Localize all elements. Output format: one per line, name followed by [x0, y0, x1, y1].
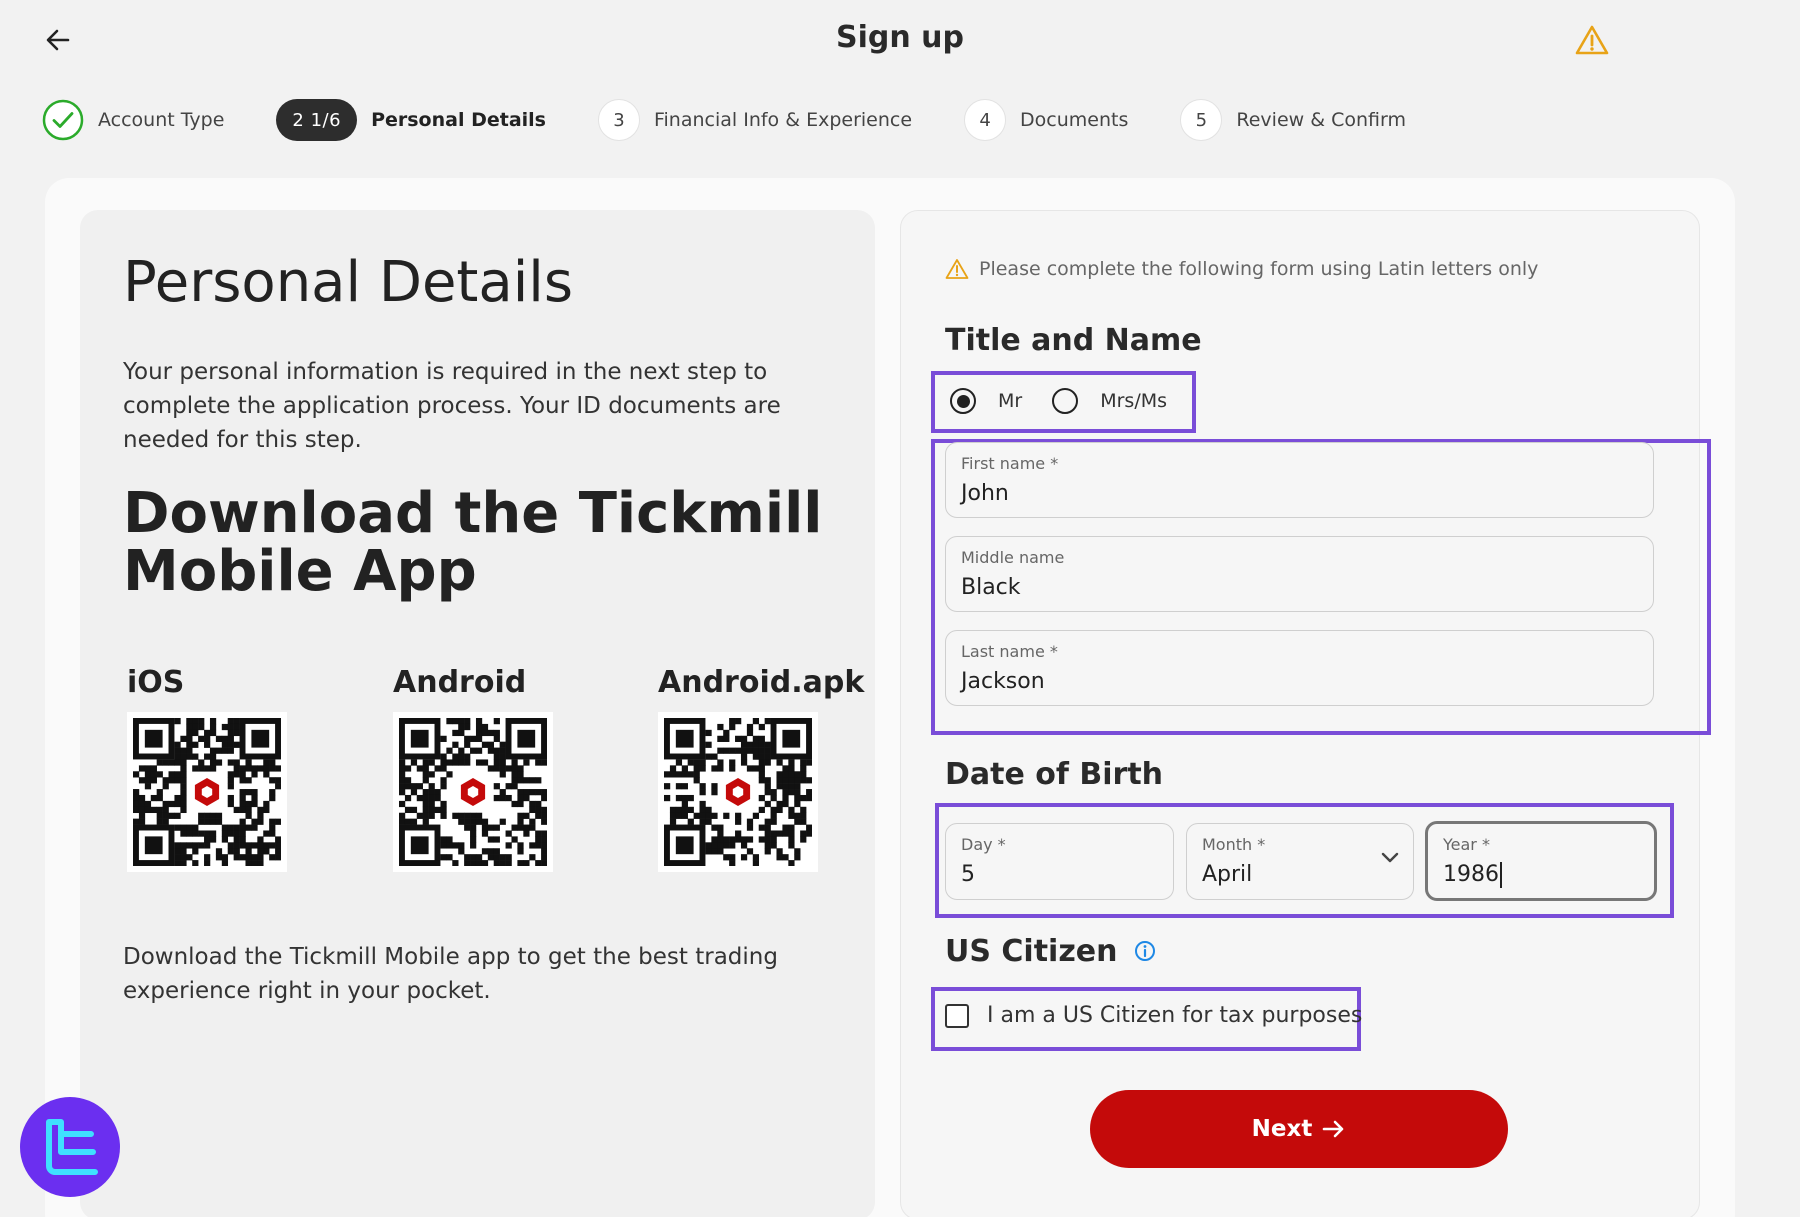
step-account-type[interactable]: Account Type [42, 99, 224, 141]
qr-code-image[interactable] [393, 712, 553, 872]
download-heading: Download the Tickmill Mobile App [123, 481, 823, 604]
field-value: April [1202, 862, 1253, 887]
progress-stepper: Account Type 2 1/6 Personal Details 3 Fi… [42, 96, 1458, 144]
step-financial-info[interactable]: 3 Financial Info & Experience [597, 99, 913, 141]
step-number-badge: 2 1/6 [276, 99, 358, 141]
title-radio-group: Mr Mrs/Ms [950, 388, 1197, 414]
step-review-confirm[interactable]: 5 Review & Confirm [1180, 99, 1406, 141]
field-value: 1986 [1443, 862, 1639, 888]
middle-name-field[interactable]: Middle name Black [945, 536, 1654, 612]
qr-android-apk: Android.apk [658, 665, 865, 872]
brand-logo-badge [20, 1097, 120, 1197]
notice-text: Please complete the following form using… [979, 258, 1539, 280]
field-label: Middle name [961, 548, 1065, 567]
title-name-heading: Title and Name [945, 323, 1202, 358]
month-select[interactable]: Month * April [1186, 823, 1414, 900]
field-value: John [961, 481, 1009, 506]
step-personal-details[interactable]: 2 1/6 Personal Details [276, 99, 546, 141]
qr-label: Android.apk [658, 665, 865, 700]
step-label: Account Type [98, 109, 225, 131]
step-documents[interactable]: 4 Documents [964, 99, 1128, 141]
intro-text: Your personal information is required in… [123, 359, 781, 453]
page-title: Sign up [836, 20, 964, 55]
field-label: Year * [1443, 835, 1490, 854]
check-circle-icon [42, 99, 84, 141]
radio-mrs-ms[interactable] [1052, 388, 1079, 414]
field-label: First name * [961, 454, 1059, 473]
step-number: 3 [597, 99, 640, 141]
us-citizen-checkbox-row[interactable]: I am a US Citizen for tax purposes [945, 1003, 1362, 1028]
next-button-label: Next [1251, 1116, 1313, 1142]
radio-label-mrs-ms: Mrs/Ms [1100, 390, 1168, 412]
field-value: Jackson [961, 669, 1045, 694]
field-label: Month * [1202, 835, 1266, 854]
qr-label: Android [393, 665, 527, 700]
step-number: 4 [964, 99, 1007, 141]
step-label: Financial Info & Experience [653, 109, 913, 131]
qr-code-image[interactable] [658, 712, 818, 872]
section-heading: Personal Details [123, 250, 573, 315]
us-citizen-heading: US Citizen [945, 934, 1156, 970]
step-label: Review & Confirm [1236, 109, 1406, 131]
arrow-right-icon [1323, 1120, 1344, 1138]
day-field[interactable]: Day * 5 [945, 823, 1174, 900]
qr-android: Android [393, 665, 573, 872]
qr-label: iOS [127, 665, 185, 700]
qr-ios: iOS [127, 665, 307, 872]
dob-heading: Date of Birth [945, 757, 1164, 792]
radio-mr[interactable] [950, 388, 976, 414]
first-name-field[interactable]: First name * John [945, 442, 1654, 518]
qr-code-image[interactable] [127, 712, 287, 872]
next-button[interactable]: Next [1090, 1090, 1508, 1168]
step-label: Personal Details [371, 109, 546, 131]
info-icon[interactable] [1134, 935, 1156, 970]
text-caret [1500, 862, 1502, 888]
step-label: Documents [1020, 109, 1129, 131]
us-citizen-checkbox[interactable] [945, 1003, 969, 1028]
field-label: Day * [961, 835, 1006, 854]
field-value: 5 [961, 862, 975, 887]
outro-text: Download the Tickmill Mobile app to get … [123, 944, 778, 1004]
radio-label-mr: Mr [998, 390, 1023, 412]
checkbox-label: I am a US Citizen for tax purposes [987, 1003, 1363, 1028]
warning-icon[interactable] [1574, 22, 1610, 58]
field-value: Black [961, 575, 1021, 600]
latin-letters-notice: Please complete the following form using… [945, 258, 1538, 280]
field-label: Last name * [961, 642, 1058, 661]
last-name-field[interactable]: Last name * Jackson [945, 630, 1654, 706]
warning-icon [945, 259, 969, 279]
year-field[interactable]: Year * 1986 [1425, 821, 1657, 901]
step-number: 5 [1180, 99, 1223, 141]
chevron-down-icon [1381, 852, 1399, 863]
